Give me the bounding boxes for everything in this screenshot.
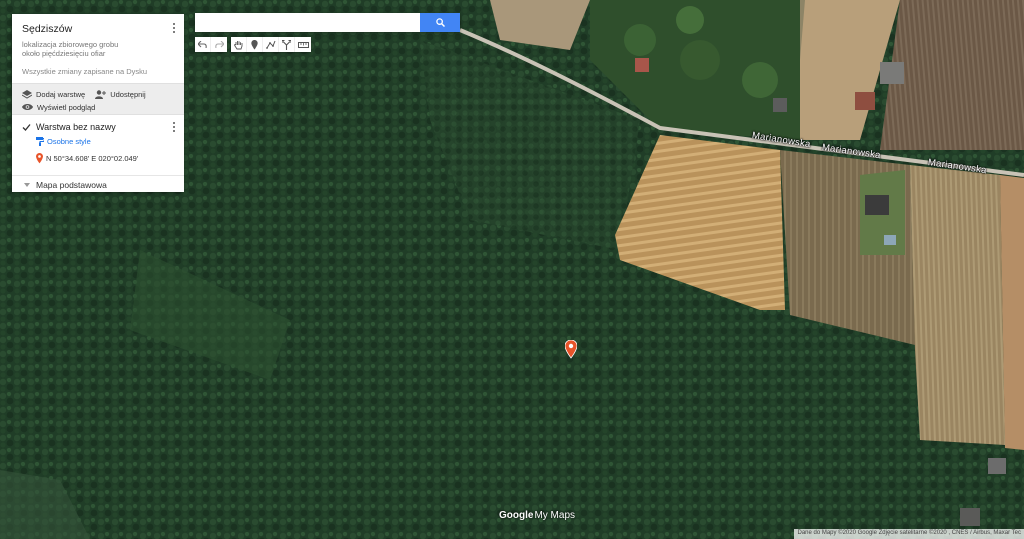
draw-line-icon (265, 40, 275, 49)
map-attribution[interactable]: Dane do Mapy ©2020 Google Zdjęcie sateli… (794, 529, 1024, 539)
google-my-maps-logo: Google My Maps (499, 510, 575, 521)
redo-icon (214, 41, 224, 48)
add-marker-button[interactable] (247, 37, 263, 52)
search-input[interactable] (195, 13, 420, 32)
preview-label: Wyświetl podgląd (37, 102, 96, 112)
undo-icon (198, 41, 207, 48)
ruler-icon (297, 41, 309, 48)
layer-name[interactable]: Warstwa bez nazwy (36, 122, 116, 132)
place-pin-icon (36, 153, 43, 164)
map-options-menu-icon[interactable] (171, 23, 177, 35)
preview-button[interactable]: Wyświetl podgląd (22, 103, 95, 112)
checkmark-icon (22, 123, 31, 131)
add-directions-button[interactable] (279, 37, 295, 52)
undo-button[interactable] (195, 37, 211, 52)
pan-tool-button[interactable] (231, 37, 247, 52)
search-bar (195, 13, 460, 32)
map-title[interactable]: Sędziszów (22, 23, 174, 35)
map-sidebar-panel: Sędziszów lokalizacja zbiorowego grobu o… (12, 14, 184, 192)
layers-icon (22, 89, 32, 99)
layer-visibility-checkbox[interactable] (22, 123, 31, 132)
map-description-line-2[interactable]: około pięćdziesięciu ofiar (22, 49, 174, 58)
layer-options-menu-icon[interactable] (171, 122, 177, 134)
map-toolbar (195, 37, 315, 52)
map-info-header: Sędziszów lokalizacja zbiorowego grobu o… (12, 14, 184, 83)
hand-icon (234, 40, 243, 49)
place-item[interactable]: N 50°34.608' E 020°02.049' (36, 153, 174, 164)
share-button[interactable]: Udostępnij (95, 89, 146, 99)
map-marker-pin[interactable] (565, 340, 577, 359)
map-description-line-1[interactable]: lokalizacja zbiorowego grobu (22, 40, 174, 49)
place-coordinates: N 50°34.608' E 020°02.049' (46, 154, 139, 163)
layer-style-label: Osobne style (47, 137, 91, 146)
search-icon (435, 18, 445, 27)
basemap-label: Mapa podstawowa (36, 180, 107, 190)
save-status: Wszystkie zmiany zapisane na Dysku (22, 67, 148, 76)
map-pin-icon (565, 340, 577, 359)
search-button[interactable] (420, 13, 460, 32)
logo-mymaps-text: My Maps (534, 510, 576, 521)
add-layer-label: Dodaj warstwę (36, 89, 86, 99)
share-label: Udostępnij (110, 89, 146, 99)
redo-button[interactable] (211, 37, 227, 52)
logo-google-text: Google (499, 510, 534, 521)
paint-roller-icon (36, 137, 44, 146)
draw-line-button[interactable] (263, 37, 279, 52)
add-person-icon (95, 89, 107, 99)
eye-icon (22, 104, 33, 110)
measure-button[interactable] (295, 37, 311, 52)
map-actions: Dodaj warstwę Udostępnij Wyświetl podglą… (12, 83, 184, 115)
add-layer-button[interactable]: Dodaj warstwę (22, 89, 86, 99)
layer-style-link[interactable]: Osobne style (36, 137, 174, 146)
chevron-down-icon (24, 183, 30, 187)
basemap-toggle[interactable]: Mapa podstawowa (12, 178, 184, 192)
layer-item: Warstwa bez nazwy Osobne style N 50°34.6… (12, 115, 184, 176)
marker-icon (251, 39, 258, 49)
directions-icon (282, 39, 291, 50)
